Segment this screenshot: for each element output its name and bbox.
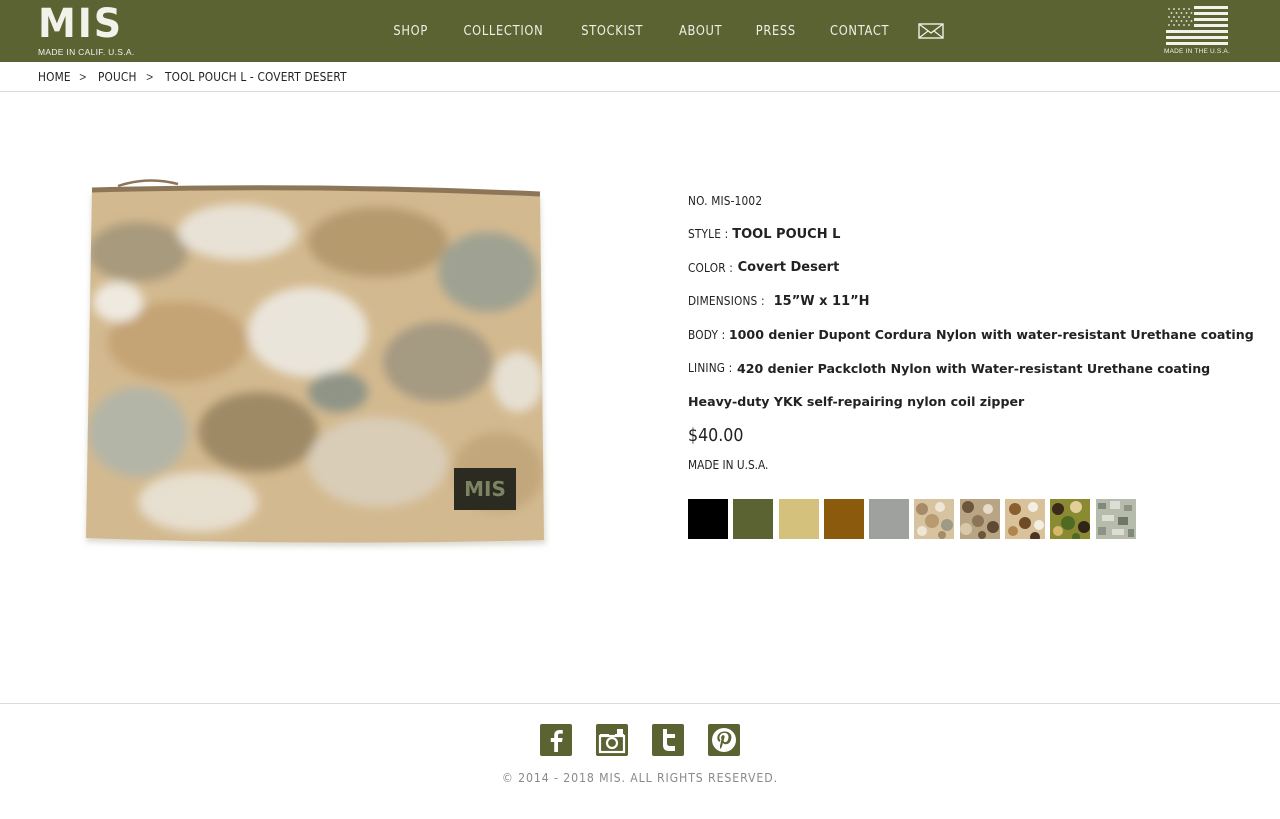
nav-about[interactable]: ABOUT xyxy=(679,24,722,39)
swatch-tricolor-camo[interactable] xyxy=(1005,499,1046,539)
breadcrumb-pouch[interactable]: POUCH xyxy=(98,70,137,84)
color-label: COLOR : xyxy=(688,260,733,275)
color-swatches xyxy=(688,499,1141,539)
us-flag-icon xyxy=(1166,6,1228,45)
dimensions-row: DIMENSIONS : 15”W x 11”H xyxy=(688,285,1248,319)
swatch-woodland-camo[interactable] xyxy=(1050,499,1091,539)
lining-value: 420 denier Packcloth Nylon with Water-re… xyxy=(736,360,1211,376)
body-value: 1000 denier Dupont Cordura Nylon with wa… xyxy=(728,327,1254,343)
zipper-note: Heavy-duty YKK self-repairing nylon coil… xyxy=(688,394,1025,410)
logo-mark: MIS xyxy=(38,1,124,47)
logo-subtitle: MADE IN CALIF. U.S.A. xyxy=(38,47,135,57)
product-number: NO. MIS-1002 xyxy=(688,193,763,208)
patch-logo: MIS xyxy=(464,477,506,501)
breadcrumb: HOME > POUCH > TOOL POUCH L - COVERT DES… xyxy=(0,62,1280,92)
made-in-row: MADE IN U.S.A. xyxy=(688,446,1248,474)
swatch-brown-camo[interactable] xyxy=(959,499,1000,539)
product-number-row: NO. MIS-1002 xyxy=(688,184,1248,218)
breadcrumb-home[interactable]: HOME xyxy=(38,70,71,84)
nav-contact[interactable]: CONTACT xyxy=(831,24,890,39)
pinterest-icon[interactable] xyxy=(708,724,740,756)
color-value: Covert Desert xyxy=(737,260,840,276)
dimensions-label: DIMENSIONS : xyxy=(688,294,765,309)
body-row: BODY : 1000 denier Dupont Cordura Nylon … xyxy=(688,318,1254,352)
style-label: STYLE : xyxy=(688,227,729,242)
swatch-digital-camo[interactable] xyxy=(1095,499,1136,539)
swatch-desert-camo[interactable] xyxy=(914,499,955,539)
lining-label: LINING : xyxy=(688,361,733,376)
swatch-black[interactable] xyxy=(688,499,728,539)
breadcrumb-separator: > xyxy=(146,69,154,84)
main-nav: SHOP COLLECTION STOCKIST ABOUT PRESS CON… xyxy=(377,0,944,62)
copyright-text: © 2014 - 2018 MIS. ALL RIGHTS RESERVED. xyxy=(0,770,1280,785)
social-links xyxy=(540,724,764,756)
made-in-label: MADE IN U.S.A. xyxy=(688,457,769,472)
product-image[interactable]: MIS xyxy=(78,172,550,552)
copyright-label: © 2014 - 2018 MIS. ALL RIGHTS RESERVED. xyxy=(501,770,779,785)
color-row: COLOR : Covert Desert xyxy=(688,251,1248,285)
breadcrumb-current: TOOL POUCH L - COVERT DESERT xyxy=(165,69,347,84)
swatch-gray[interactable] xyxy=(869,499,910,539)
style-row: STYLE : TOOL POUCH L xyxy=(688,218,1248,252)
made-in-usa-flag: MADE IN THE U.S.A. xyxy=(1164,4,1230,58)
dimensions-value: 15”W x 11”H xyxy=(773,293,870,309)
style-value: TOOL POUCH L xyxy=(732,226,841,242)
twitter-icon[interactable] xyxy=(652,724,684,756)
footer-divider xyxy=(0,703,1280,704)
nav-stockist[interactable]: STOCKIST xyxy=(581,24,643,39)
facebook-icon[interactable] xyxy=(540,724,572,756)
product-price: $40.00 xyxy=(688,424,744,446)
swatch-tan[interactable] xyxy=(778,499,819,539)
swatch-olive[interactable] xyxy=(733,499,774,539)
site-logo[interactable]: MIS MADE IN CALIF. U.S.A. xyxy=(38,1,135,58)
zipper-row: Heavy-duty YKK self-repairing nylon coil… xyxy=(688,385,1248,419)
lining-row: LINING : 420 denier Packcloth Nylon with… xyxy=(688,352,1248,386)
nav-collection[interactable]: COLLECTION xyxy=(464,24,544,39)
breadcrumb-separator: > xyxy=(79,69,87,84)
nav-shop[interactable]: SHOP xyxy=(393,24,428,39)
instagram-icon[interactable] xyxy=(596,724,628,756)
product-details: NO. MIS-1002 STYLE : TOOL POUCH L COLOR … xyxy=(688,184,1254,474)
mail-icon[interactable] xyxy=(918,22,944,40)
flag-caption: MADE IN THE U.S.A. xyxy=(1164,48,1230,55)
nav-press[interactable]: PRESS xyxy=(756,24,796,39)
body-label: BODY : xyxy=(688,327,726,342)
price-row: $40.00 xyxy=(688,419,1248,446)
swatch-coyote[interactable] xyxy=(823,499,864,539)
site-header: MIS MADE IN CALIF. U.S.A. SHOP COLLECTIO… xyxy=(0,0,1280,62)
